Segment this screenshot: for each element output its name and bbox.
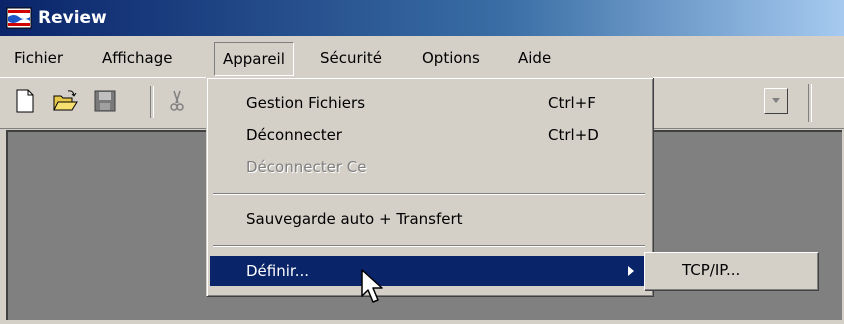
menu-bar: Fichier Affichage Appareil Sécurité Opti… bbox=[0, 36, 844, 78]
menu-item-deconnecter[interactable]: Déconnecter Ctrl+D bbox=[210, 120, 648, 150]
menu-item-definir[interactable]: Définir... bbox=[210, 256, 648, 286]
menu-item-shortcut: Ctrl+D bbox=[548, 126, 599, 144]
title-bar: Review bbox=[0, 0, 844, 36]
appareil-dropdown-menu: Gestion Fichiers Ctrl+F Déconnecter Ctrl… bbox=[206, 77, 653, 296]
menu-item-gestion-fichiers[interactable]: Gestion Fichiers Ctrl+F bbox=[210, 88, 648, 118]
chevron-down-icon bbox=[772, 98, 780, 103]
open-folder-icon[interactable] bbox=[52, 88, 78, 114]
menu-securite[interactable]: Sécurité bbox=[320, 46, 382, 70]
submenu-arrow-icon bbox=[628, 266, 634, 276]
menu-item-sauvegarde-auto-transfert[interactable]: Sauvegarde auto + Transfert bbox=[210, 204, 648, 234]
toolbar-separator-right bbox=[808, 84, 812, 122]
menu-aide[interactable]: Aide bbox=[518, 46, 551, 70]
menu-item-label: Gestion Fichiers bbox=[246, 94, 366, 112]
cut-scissors-icon[interactable] bbox=[164, 88, 190, 114]
menu-item-label: Définir... bbox=[246, 262, 309, 280]
new-document-icon[interactable] bbox=[12, 88, 38, 114]
menu-separator bbox=[213, 193, 645, 195]
window-title: Review bbox=[38, 8, 107, 28]
menu-item-label: Déconnecter bbox=[246, 126, 342, 144]
save-disk-icon[interactable] bbox=[92, 88, 118, 114]
menu-item-label: Déconnecter Ce bbox=[246, 158, 367, 176]
toolbar-separator bbox=[150, 86, 154, 118]
definir-submenu: TCP/IP... bbox=[644, 252, 818, 290]
menu-appareil[interactable]: Appareil bbox=[214, 42, 294, 76]
combo-dropdown-button[interactable] bbox=[764, 88, 788, 114]
menu-item-shortcut: Ctrl+F bbox=[548, 94, 596, 112]
menu-affichage[interactable]: Affichage bbox=[102, 46, 172, 70]
menu-fichier[interactable]: Fichier bbox=[14, 46, 63, 70]
menu-item-label: Sauvegarde auto + Transfert bbox=[246, 210, 463, 228]
menu-separator bbox=[213, 245, 645, 247]
mouse-cursor-icon bbox=[361, 269, 383, 303]
app-icon bbox=[6, 7, 32, 29]
menu-options[interactable]: Options bbox=[422, 46, 480, 70]
submenu-item-tcpip[interactable]: TCP/IP... bbox=[682, 261, 740, 279]
menu-item-deconnecter-ce: Déconnecter Ce bbox=[210, 152, 648, 182]
